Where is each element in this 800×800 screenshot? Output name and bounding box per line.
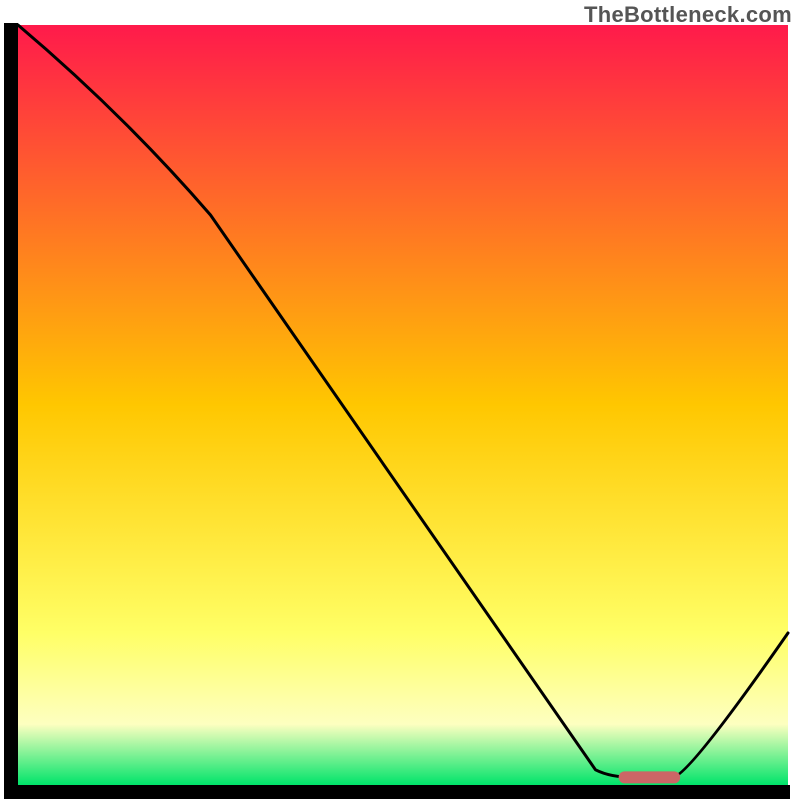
optimum-marker <box>619 771 681 783</box>
chart-container: TheBottleneck.com <box>0 0 800 800</box>
watermark-text: TheBottleneck.com <box>584 2 792 28</box>
gradient-background <box>18 25 788 785</box>
bottleneck-chart <box>0 0 800 800</box>
x-axis <box>4 785 790 799</box>
y-axis <box>4 23 18 799</box>
